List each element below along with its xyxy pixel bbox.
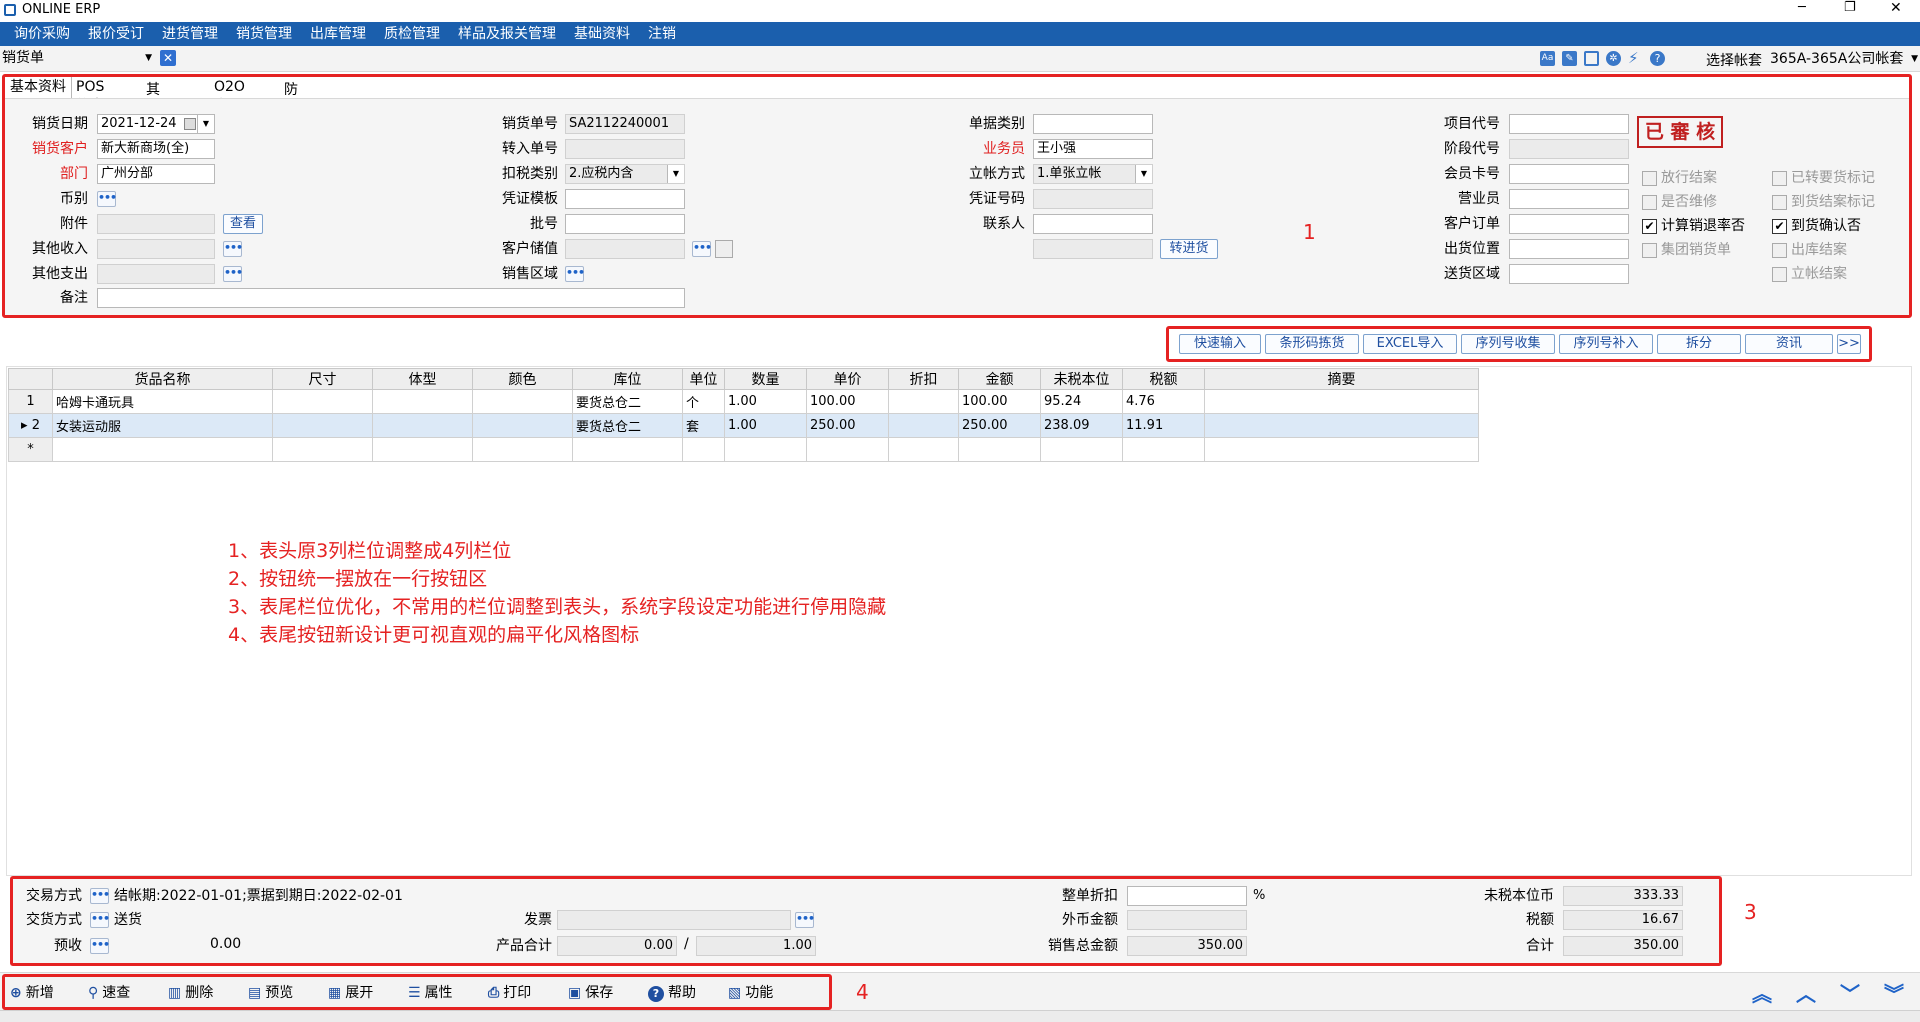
col-header[interactable]: 税额 — [1122, 368, 1205, 390]
nav-first-icon[interactable]: ︽ — [1752, 978, 1772, 1007]
cell-location[interactable]: 要货总仓二 — [572, 389, 683, 414]
doc-bar: 销货单 ▼ ✕ Aa ✎ ✲ ⚡ ? 选择帐套 365A-365A公司帐套 ▼ — [0, 46, 1920, 72]
cell-unit[interactable]: 套 — [682, 413, 725, 438]
menu-item-samples[interactable]: 样品及报关管理 — [449, 22, 565, 46]
col-header[interactable]: 摘要 — [1204, 368, 1479, 390]
annotation-marker-1: 1 — [1303, 220, 1316, 244]
cell-color[interactable] — [472, 413, 573, 438]
account-selector[interactable]: 365A-365A公司帐套 ▼ — [1770, 50, 1918, 68]
refresh-icon[interactable]: ⚡ — [1628, 49, 1639, 67]
col-header[interactable]: 单价 — [806, 368, 889, 390]
annotation-note-1: 1、表头原3列栏位调整成4列栏位 — [228, 540, 512, 562]
cell-discount[interactable] — [888, 413, 959, 438]
cell-size[interactable] — [272, 413, 373, 438]
cell-price[interactable]: 100.00 — [806, 389, 889, 414]
col-header[interactable]: 折扣 — [888, 368, 959, 390]
account-label: 选择帐套 — [1706, 53, 1762, 69]
globe-icon[interactable]: ✲ — [1606, 51, 1621, 66]
annotation-marker-4: 4 — [856, 980, 869, 1004]
cell-untaxed[interactable]: 95.24 — [1040, 389, 1123, 414]
restore-button[interactable]: ❐ — [1844, 0, 1856, 15]
annotation-box-footer — [10, 876, 1722, 966]
row-number: ▸ 2 — [8, 413, 53, 438]
close-doc-icon[interactable]: ✕ — [160, 50, 176, 66]
nav-next-icon[interactable]: ﹀ — [1840, 978, 1860, 1007]
cell-size[interactable] — [272, 389, 373, 414]
close-button[interactable]: ✕ — [1890, 0, 1902, 16]
annotation-note-2: 2、按钮统一摆放在一行按钮区 — [228, 568, 488, 590]
chevron-down-icon: ▼ — [1911, 50, 1918, 68]
status-bar — [0, 1010, 1920, 1022]
chevron-down-icon: ▼ — [145, 53, 152, 63]
cell-shape[interactable] — [372, 389, 473, 414]
cell-summary[interactable] — [1204, 389, 1479, 414]
menu-item-qc[interactable]: 质检管理 — [375, 22, 449, 46]
row-number: 1 — [8, 389, 53, 414]
col-header[interactable]: 单位 — [682, 368, 725, 390]
cell-amount[interactable]: 250.00 — [958, 413, 1041, 438]
grid-header-row: 货品名称 尺寸 体型 颜色 库位 单位 数量 单价 折扣 金额 未税本位 税额 … — [8, 368, 1479, 390]
cell-product[interactable]: 哈姆卡通玩具 — [52, 389, 273, 414]
cell-location[interactable]: 要货总仓二 — [572, 413, 683, 438]
table-row[interactable]: ▸ 2 女装运动服 要货总仓二 套 1.00 250.00 250.00 238… — [8, 413, 1479, 438]
cell-qty[interactable]: 1.00 — [724, 389, 807, 414]
title-bar: ONLINE ERP ─ ❐ ✕ — [0, 0, 1920, 22]
menu-item-basic[interactable]: 基础资料 — [565, 22, 639, 46]
nav-prev-icon[interactable]: ︿ — [1796, 978, 1816, 1007]
col-header[interactable]: 未税本位 — [1040, 368, 1123, 390]
annotation-box-header — [2, 74, 1912, 318]
doc-selector[interactable]: 销货单 ▼ — [2, 49, 152, 67]
col-header[interactable]: 金额 — [958, 368, 1041, 390]
annotation-marker-3: 3 — [1744, 900, 1757, 924]
cell-product[interactable]: 女装运动服 — [52, 413, 273, 438]
cell-shape[interactable] — [372, 413, 473, 438]
col-header[interactable]: 尺寸 — [272, 368, 373, 390]
calendar-icon[interactable] — [1584, 51, 1599, 66]
cell-untaxed[interactable]: 238.09 — [1040, 413, 1123, 438]
col-header[interactable]: 货品名称 — [52, 368, 273, 390]
table-row-new[interactable]: * — [8, 437, 1479, 462]
cell-discount[interactable] — [888, 389, 959, 414]
menu-item-quote[interactable]: 报价受订 — [79, 22, 153, 46]
new-row-marker: * — [8, 437, 53, 462]
window-title: ONLINE ERP — [22, 2, 101, 17]
annotation-box-buttons — [1166, 326, 1872, 362]
app-logo-icon — [4, 4, 16, 16]
menu-item-purchase[interactable]: 进货管理 — [153, 22, 227, 46]
menu-item-outbound[interactable]: 出库管理 — [301, 22, 375, 46]
menu-item-logout[interactable]: 注销 — [639, 22, 685, 46]
annotation-note-3: 3、表尾栏位优化，不常用的栏位调整到表头，系统字段设定功能进行停用隐藏 — [228, 596, 887, 618]
grid-corner — [8, 368, 53, 390]
col-header[interactable]: 库位 — [572, 368, 683, 390]
col-header[interactable]: 颜色 — [472, 368, 573, 390]
col-header[interactable]: 数量 — [724, 368, 807, 390]
edit-icon[interactable]: ✎ — [1562, 51, 1577, 66]
cell-summary[interactable] — [1204, 413, 1479, 438]
cell-color[interactable] — [472, 389, 573, 414]
cell-amount[interactable]: 100.00 — [958, 389, 1041, 414]
product-grid: 货品名称 尺寸 体型 颜色 库位 单位 数量 单价 折扣 金额 未税本位 税额 … — [8, 368, 1479, 462]
cell-unit[interactable]: 个 — [682, 389, 725, 414]
col-header[interactable]: 体型 — [372, 368, 473, 390]
menu-item-sales[interactable]: 销货管理 — [227, 22, 301, 46]
menu-item-inquiry[interactable]: 询价采购 — [5, 22, 79, 46]
font-icon[interactable]: Aa — [1540, 51, 1555, 66]
cell-price[interactable]: 250.00 — [806, 413, 889, 438]
nav-last-icon[interactable]: ︾ — [1884, 978, 1904, 1007]
help-icon[interactable]: ? — [1650, 51, 1665, 66]
annotation-box-toolbar — [2, 974, 832, 1010]
cell-tax[interactable]: 11.91 — [1122, 413, 1205, 438]
table-row[interactable]: 1 哈姆卡通玩具 要货总仓二 个 1.00 100.00 100.00 95.2… — [8, 389, 1479, 414]
cell-tax[interactable]: 4.76 — [1122, 389, 1205, 414]
minimize-button[interactable]: ─ — [1798, 0, 1806, 15]
menu-bar: 询价采购 报价受订 进货管理 销货管理 出库管理 质检管理 样品及报关管理 基础资料 注销 — [0, 22, 1920, 46]
cell-qty[interactable]: 1.00 — [724, 413, 807, 438]
annotation-note-4: 4、表尾按钮新设计更可视直观的扁平化风格图标 — [228, 624, 640, 646]
